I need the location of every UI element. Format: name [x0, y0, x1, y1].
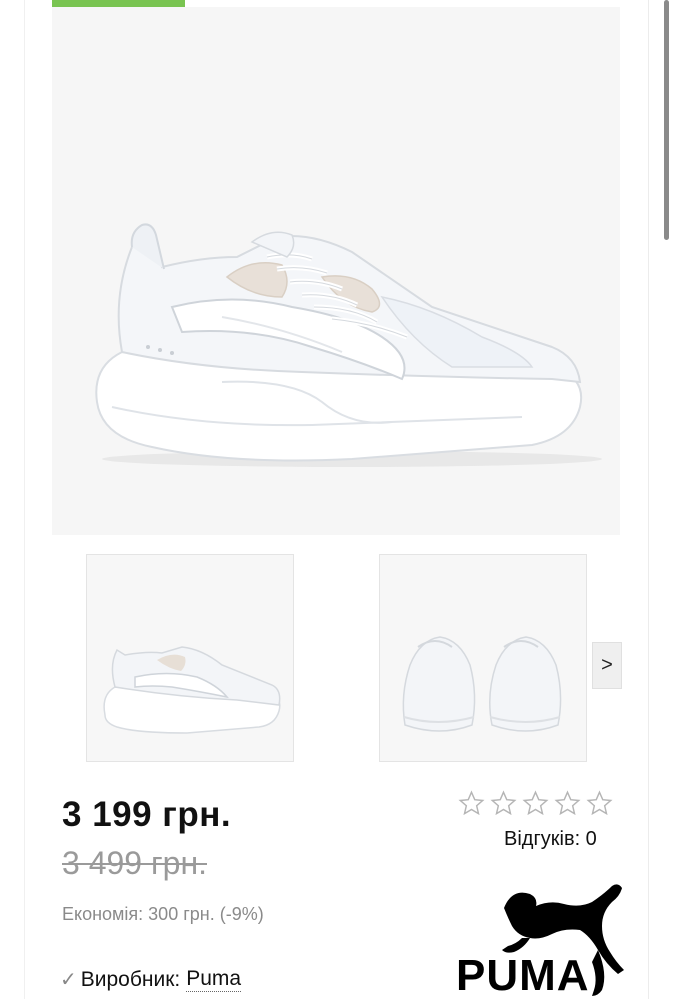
- manufacturer-link[interactable]: Puma: [186, 967, 242, 992]
- star-icon[interactable]: [554, 790, 581, 817]
- savings-text: Економія: 300 грн. (-9%): [62, 904, 264, 924]
- gallery-next-button[interactable]: >: [592, 642, 622, 689]
- thumbnail-side-view[interactable]: [86, 554, 294, 762]
- old-price: 3 499 грн.: [62, 845, 207, 881]
- thumbnail-back-view[interactable]: [379, 554, 587, 762]
- promo-badge: [52, 0, 185, 7]
- main-product-image[interactable]: [52, 7, 620, 535]
- manufacturer-label: Виробник:: [80, 967, 181, 991]
- reviews-count[interactable]: Відгуків: 0: [504, 828, 597, 851]
- thumbnail-sneaker-back: [402, 636, 562, 732]
- star-icon[interactable]: [490, 790, 517, 817]
- current-price: 3 199 грн.: [62, 795, 232, 834]
- rating-stars[interactable]: [458, 790, 613, 817]
- manufacturer-row: ✓ Виробник: Puma: [60, 967, 242, 992]
- scrollbar[interactable]: [664, 0, 669, 240]
- page-edge-left: [24, 0, 25, 999]
- puma-logo[interactable]: PUMA: [452, 878, 642, 999]
- star-icon[interactable]: [522, 790, 549, 817]
- chevron-right-icon: >: [601, 654, 613, 676]
- page-edge-right: [648, 0, 649, 999]
- sneaker-illustration: [95, 223, 602, 467]
- puma-logo-text: PUMA: [456, 951, 590, 999]
- checkmark-icon: ✓: [60, 969, 77, 991]
- star-icon[interactable]: [458, 790, 485, 817]
- star-icon[interactable]: [586, 790, 613, 817]
- thumbnail-sneaker-side: [103, 646, 281, 734]
